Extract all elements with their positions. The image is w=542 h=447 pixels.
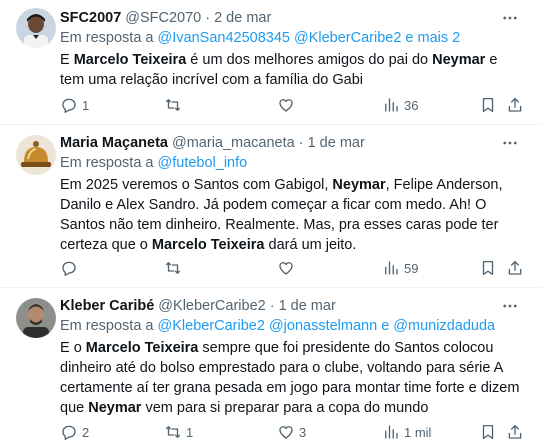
reply-context: Em resposta a @IvanSan42508345 @KleberCa…	[60, 28, 460, 48]
more-options-button[interactable]	[500, 8, 520, 28]
views-button[interactable]: 1 mil	[382, 422, 431, 442]
text-run: E o	[60, 340, 86, 356]
tweet-text: E o Marcelo Teixeira sempre que foi pres…	[60, 338, 520, 418]
more-options-button[interactable]	[500, 296, 520, 316]
retweet-button[interactable]: 1	[164, 422, 193, 442]
author-handle[interactable]: @SFC2070	[125, 10, 201, 26]
action-bar: 1 36	[60, 95, 522, 115]
reply-button[interactable]	[60, 258, 82, 278]
separator-dot: ·	[205, 10, 211, 26]
reply-count: 1	[82, 97, 90, 113]
like-button[interactable]	[277, 95, 299, 115]
text-run: E	[60, 52, 74, 68]
share-icon	[508, 260, 522, 275]
reply-context: Em resposta a @futebol_info	[60, 153, 247, 173]
action-bar: 2 1 3 1 mil	[60, 422, 522, 442]
retweet-icon	[165, 99, 181, 111]
retweet-count: 1	[186, 424, 194, 440]
author-name[interactable]: Maria Maçaneta	[60, 135, 168, 151]
tweet-date[interactable]: 1 de mar	[279, 298, 336, 314]
text-run-bold[interactable]: Neymar	[432, 52, 485, 68]
bookmark-icon	[482, 260, 494, 276]
retweet-icon	[165, 262, 181, 274]
author-handle[interactable]: @KleberCaribe2	[158, 298, 265, 314]
share-button[interactable]	[506, 95, 524, 115]
text-run: dará um jeito.	[264, 237, 357, 253]
reply-mentions[interactable]: @IvanSan42508345 @KleberCaribe2 e mais 2	[158, 30, 461, 46]
text-run-bold[interactable]: Marcelo Teixeira	[152, 237, 265, 253]
avatar[interactable]	[16, 135, 56, 175]
text-run-bold[interactable]: Marcelo Teixeira	[86, 340, 199, 356]
text-run-bold[interactable]: Neymar	[332, 177, 385, 193]
separator-dot: ·	[298, 135, 304, 151]
views-count: 1 mil	[404, 424, 432, 440]
more-horizontal-icon	[503, 141, 517, 145]
share-button[interactable]	[506, 422, 524, 442]
reply-button[interactable]: 1	[60, 95, 89, 115]
text-run: Em 2025 veremos o Santos com Gabigol,	[60, 177, 333, 193]
retweet-button[interactable]	[164, 258, 186, 278]
like-count: 3	[299, 424, 307, 440]
tweet-date[interactable]: 2 de mar	[214, 10, 271, 26]
retweet-icon	[165, 426, 181, 438]
author-handle[interactable]: @maria_macaneta	[172, 135, 295, 151]
bookmark-button[interactable]	[479, 95, 497, 115]
reply-mentions[interactable]: @KleberCaribe2 @jonasstelmann e @munizda…	[158, 318, 496, 334]
bookmark-button[interactable]	[479, 422, 497, 442]
views-bar-chart-icon	[385, 425, 398, 439]
reply-bubble-icon	[62, 98, 76, 113]
separator-dot: ·	[269, 298, 275, 314]
tweet[interactable]: SFC2007 @SFC2070 · 2 de mar Em resposta …	[0, 0, 542, 125]
tweet-text: E Marcelo Teixeira é um dos melhores ami…	[60, 50, 520, 90]
bookmark-icon	[482, 97, 494, 113]
like-button[interactable]: 3	[277, 422, 306, 442]
heart-icon	[279, 426, 293, 439]
action-bar: 59	[60, 258, 522, 278]
more-horizontal-icon	[503, 304, 517, 308]
reply-prefix: Em resposta a	[60, 155, 158, 171]
avatar[interactable]	[16, 8, 56, 48]
reply-mentions[interactable]: @futebol_info	[158, 155, 248, 171]
views-count: 36	[404, 97, 419, 113]
bookmark-button[interactable]	[479, 258, 497, 278]
tweet-header: Maria Maçaneta @maria_macaneta · 1 de ma…	[60, 133, 365, 153]
more-horizontal-icon	[503, 16, 517, 20]
tweet-text: Em 2025 veremos o Santos com Gabigol, Ne…	[60, 175, 520, 255]
text-run: é um dos melhores amigos do pai do	[186, 52, 433, 68]
tweet-header: SFC2007 @SFC2070 · 2 de mar	[60, 8, 271, 28]
reply-context: Em resposta a @KleberCaribe2 @jonasstelm…	[60, 316, 495, 336]
reply-count: 2	[82, 424, 90, 440]
heart-icon	[279, 99, 293, 112]
tweet[interactable]: Maria Maçaneta @maria_macaneta · 1 de ma…	[0, 125, 542, 288]
tweet-date[interactable]: 1 de mar	[308, 135, 365, 151]
text-run: vem para si preparar para a copa do mund…	[141, 400, 429, 416]
reply-bubble-icon	[62, 261, 76, 276]
share-icon	[508, 97, 522, 112]
reply-prefix: Em resposta a	[60, 30, 158, 46]
text-run-bold[interactable]: Neymar	[88, 400, 141, 416]
text-run-bold[interactable]: Marcelo Teixeira	[74, 52, 187, 68]
tweet-header: Kleber Caribé @KleberCaribe2 · 1 de mar	[60, 296, 336, 316]
author-name[interactable]: Kleber Caribé	[60, 298, 154, 314]
views-button[interactable]: 36	[382, 95, 418, 115]
reply-button[interactable]: 2	[60, 422, 89, 442]
reply-prefix: Em resposta a	[60, 318, 158, 334]
avatar[interactable]	[16, 298, 56, 338]
reply-bubble-icon	[62, 425, 76, 440]
views-bar-chart-icon	[385, 261, 398, 275]
like-button[interactable]	[277, 258, 299, 278]
retweet-button[interactable]	[164, 95, 186, 115]
views-count: 59	[404, 260, 419, 276]
heart-icon	[279, 262, 293, 275]
views-button[interactable]: 59	[382, 258, 418, 278]
views-bar-chart-icon	[385, 98, 398, 112]
share-icon	[508, 424, 522, 439]
bookmark-icon	[482, 424, 494, 440]
more-options-button[interactable]	[500, 133, 520, 153]
tweet[interactable]: Kleber Caribé @KleberCaribe2 · 1 de mar …	[0, 288, 542, 447]
author-name[interactable]: SFC2007	[60, 10, 121, 26]
share-button[interactable]	[506, 258, 524, 278]
